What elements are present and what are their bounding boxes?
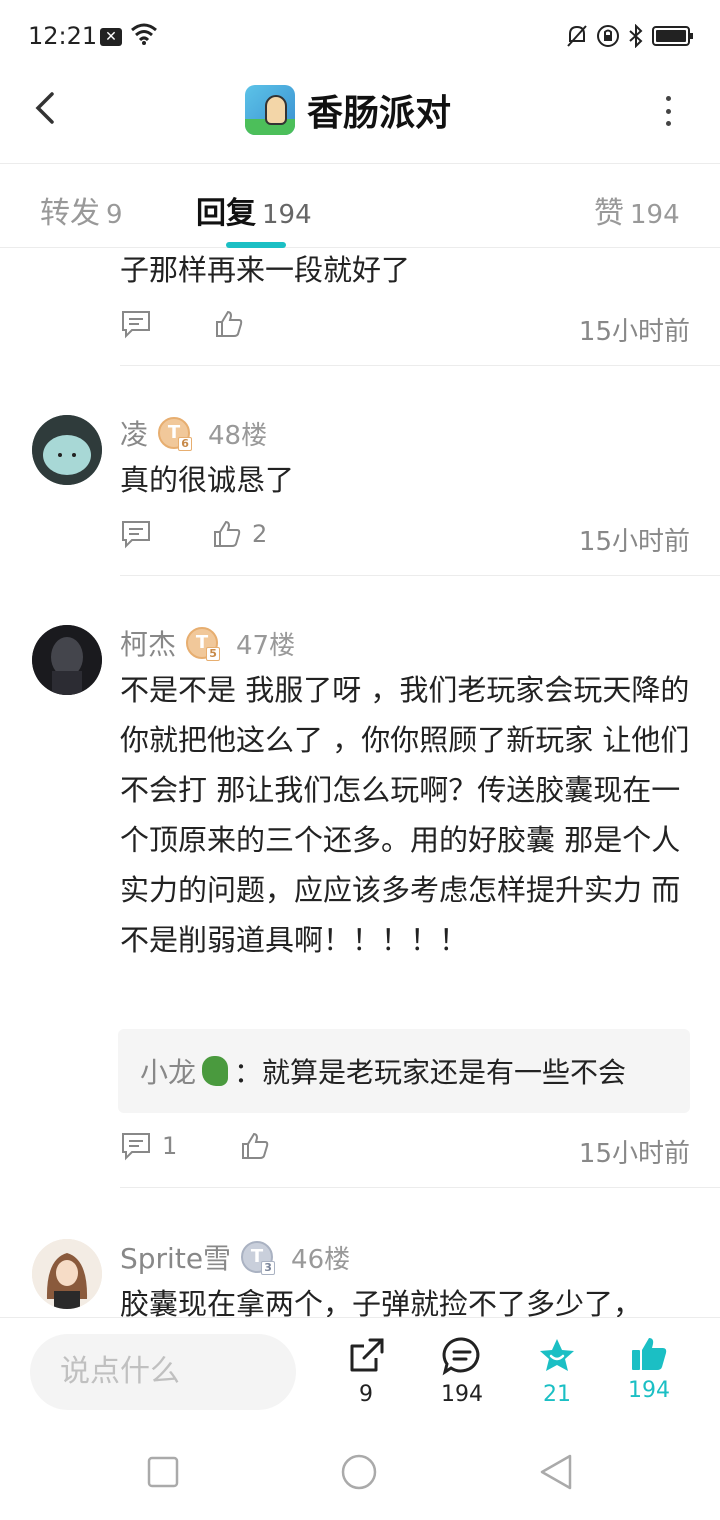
status-bar: 12:21 ✕ [0,0,720,70]
share-icon [350,1338,384,1372]
reply-count: 1 [162,1132,178,1160]
notification-close-icon: ✕ [100,28,122,46]
comment-text: 不是不是 我服了呀 ，我们老玩家会玩天降的 你就把他这么了 ，你你照顾了新玩家 … [120,673,690,957]
chat-bubble-icon [442,1337,480,1376]
like-button[interactable]: 2 [212,519,267,549]
home-icon[interactable] [340,1453,378,1491]
comment-text: 真的很诚恳了 [120,463,295,497]
comment-actions: 2 15小时前 [120,519,690,559]
thumbs-up-filled-icon [632,1338,667,1370]
comment-input[interactable]: 说点什么 [30,1334,296,1410]
more-options-icon[interactable] [656,96,680,126]
thumbs-up-icon [242,1132,269,1159]
back-arrow-icon[interactable] [28,88,68,128]
thumbs-up-icon [216,310,243,337]
tab-replies[interactable]: 回复 194 [196,188,312,232]
level-badge: T5 [186,627,221,661]
tab-reposts[interactable]: 转发 9 [40,188,123,232]
level-badge: T6 [158,417,193,451]
divider [120,365,720,366]
like-button[interactable] [214,309,244,339]
avatar[interactable] [32,625,102,695]
username[interactable]: 柯杰 [120,623,176,663]
floor-number: 46楼 [291,1244,351,1275]
recent-apps-icon[interactable] [146,1455,180,1489]
system-nav-bar [0,1417,720,1520]
floor-number: 48楼 [208,420,268,451]
reply-button[interactable] [120,309,152,339]
like-count: 194 [628,1378,670,1403]
rotation-lock-icon [597,25,619,47]
active-tab-indicator [226,242,286,248]
comment-text: 子那样再来一段就好了 [120,253,411,287]
bluetooth-icon [629,24,643,48]
like-count: 2 [252,520,268,548]
comment-actions: 1 15小时前 [120,1131,690,1171]
title-group[interactable]: 香肠派对 [245,84,451,136]
favorite-count: 21 [543,1382,571,1407]
dragon-emoji-icon [202,1056,229,1086]
like-button[interactable] [240,1131,270,1161]
like-post-button[interactable]: 194 [614,1336,684,1403]
username[interactable]: 凌 [120,413,148,453]
comment-count: 194 [441,1382,483,1407]
comment-header: Sprite雪 T3 46楼 [120,1237,350,1277]
tab-bar: 转发 9 回复 194 赞 194 [0,164,720,248]
bottom-action-bar: 说点什么 9 194 21 194 [0,1317,720,1417]
divider [120,575,720,576]
star-favorite-icon [540,1339,574,1371]
share-button[interactable]: 9 [331,1336,401,1407]
level-badge: T3 [241,1241,276,1275]
divider [120,1187,720,1188]
comment-time: 15小时前 [578,1139,690,1169]
tab-likes[interactable]: 赞 194 [594,188,680,232]
status-time: 12:21 [28,22,98,50]
reply-preview[interactable]: 小龙 ：就算是老玩家还是有一些不会 [118,1029,690,1113]
reply-text: ：就算是老玩家还是有一些不会 [234,1056,627,1089]
share-count: 9 [359,1382,373,1407]
comment-icon [122,1133,150,1161]
reply-username[interactable]: 小龙 [140,1051,196,1091]
comment-feed[interactable]: 子那样再来一段就好了 15小时前 凌 T6 48楼 真的很诚恳了 2 15小时前… [0,249,720,1317]
comment-time: 15小时前 [578,527,690,557]
reply-button[interactable] [120,519,152,549]
comment-text: 胶囊现在拿两个，子弹就捡不了多少了， [120,1287,643,1317]
reply-button[interactable]: 1 [120,1131,177,1161]
comment-header: 凌 T6 48楼 [120,413,267,453]
mute-bell-icon [567,25,587,47]
favorite-button[interactable]: 21 [522,1336,592,1407]
wifi-icon [131,23,157,45]
title-bar: 香肠派对 [0,70,720,164]
app-icon [245,85,295,135]
comment-time: 15小时前 [578,317,690,347]
battery-icon [652,26,693,46]
comment-icon [122,311,150,339]
back-triangle-icon[interactable] [538,1453,574,1491]
thumbs-up-icon [214,520,241,547]
comment-actions: 15小时前 [120,309,690,349]
avatar[interactable] [32,1239,102,1309]
username[interactable]: Sprite雪 [120,1237,231,1277]
comment-button[interactable]: 194 [427,1336,497,1407]
comment-header: 柯杰 T5 47楼 [120,623,295,663]
page-title: 香肠派对 [307,93,452,134]
floor-number: 47楼 [236,630,296,661]
comment-icon [122,521,150,549]
avatar[interactable] [32,415,102,485]
